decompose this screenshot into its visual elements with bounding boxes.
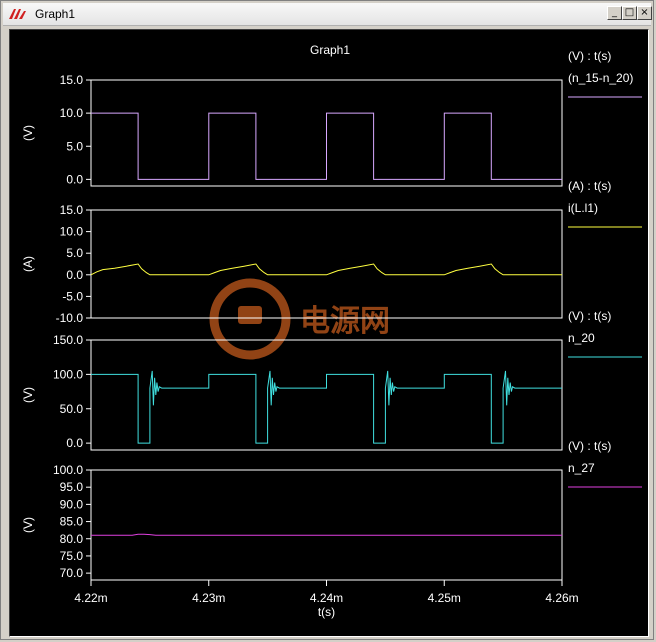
y-tick-label: 15.0 (60, 73, 84, 87)
y-tick-label: 5.0 (66, 246, 83, 260)
y-tick-label: 80.0 (60, 532, 84, 546)
y-tick-label: 10.0 (60, 225, 84, 239)
x-axis-label: t(s) (318, 605, 335, 619)
legend-header: (A) : t(s) (568, 179, 611, 193)
y-tick-label: 70.0 (60, 566, 84, 580)
watermark: 电源网 (209, 278, 390, 360)
y-tick-label: 75.0 (60, 549, 84, 563)
close-button[interactable]: × (637, 6, 652, 20)
x-tick-label: 4.24m (310, 591, 343, 605)
plot-frame-4[interactable] (90, 469, 563, 581)
y-axis-label: (A) (21, 256, 35, 272)
y-tick-label: 150.0 (53, 333, 83, 347)
y-tick-label: 0.0 (66, 436, 83, 450)
x-tick-label: 4.23m (192, 591, 225, 605)
y-tick-label: 5.0 (66, 139, 83, 153)
maximize-button[interactable]: □ (622, 6, 637, 20)
legend-entry: i(L.l1) (568, 201, 598, 215)
watermark-plug-icon (238, 306, 262, 324)
y-tick-label: 15.0 (60, 203, 84, 217)
series-line-n-27[interactable] (91, 533, 562, 536)
y-axis-label: (V) (21, 387, 35, 403)
y-tick-label: 0.0 (66, 172, 83, 186)
legend-header: (V) : t(s) (568, 439, 611, 453)
x-tick-label: 4.22m (74, 591, 107, 605)
y-tick-label: 10.0 (60, 106, 84, 120)
y-tick-label: 85.0 (60, 515, 84, 529)
y-tick-label: -10.0 (56, 311, 84, 325)
y-tick-label: 100.0 (53, 367, 83, 381)
minimize-button[interactable]: _ (607, 6, 622, 20)
graph-window: Graph1 _ □ × 电源网 Graph1 15.0 10.0 5.0 0.0 (V… (0, 0, 654, 640)
series-line-i-l-l1[interactable] (90, 263, 562, 276)
watermark-text: 电源网 (300, 304, 390, 339)
legend-entry: n_27 (568, 461, 595, 475)
graph-canvas[interactable]: 电源网 Graph1 15.0 10.0 5.0 0.0 (V) (V) : t(s) (n… (9, 29, 649, 637)
y-axis-label: (V) (21, 125, 35, 141)
y-tick-label: 95.0 (60, 480, 84, 494)
series-line-n-20[interactable] (91, 370, 562, 444)
legend-header: (V) : t(s) (568, 309, 611, 323)
graph-plot[interactable]: 电源网 Graph1 15.0 10.0 5.0 0.0 (V) (V) : t(s) (n… (10, 30, 648, 636)
y-tick-label: -5.0 (62, 289, 83, 303)
y-tick-label: 100.0 (53, 463, 83, 477)
y-tick-label: 90.0 (60, 497, 84, 511)
app-logo-icon (9, 9, 26, 19)
y-tick-label: 50.0 (60, 402, 84, 416)
graph-title: Graph1 (310, 43, 350, 57)
title-bar[interactable]: Graph1 _ □ × (3, 3, 652, 26)
x-tick-label: 4.26m (545, 591, 578, 605)
series-line-n-15-n-20[interactable] (91, 112, 562, 180)
legend-entry: (n_15-n_20) (568, 71, 633, 85)
legend-entry: n_20 (568, 331, 595, 345)
y-axis-label: (V) (21, 517, 35, 533)
y-tick-label: 0.0 (66, 268, 83, 282)
window-title: Graph1 (35, 7, 76, 21)
x-tick-label: 4.25m (428, 591, 461, 605)
legend-header: (V) : t(s) (568, 49, 611, 63)
